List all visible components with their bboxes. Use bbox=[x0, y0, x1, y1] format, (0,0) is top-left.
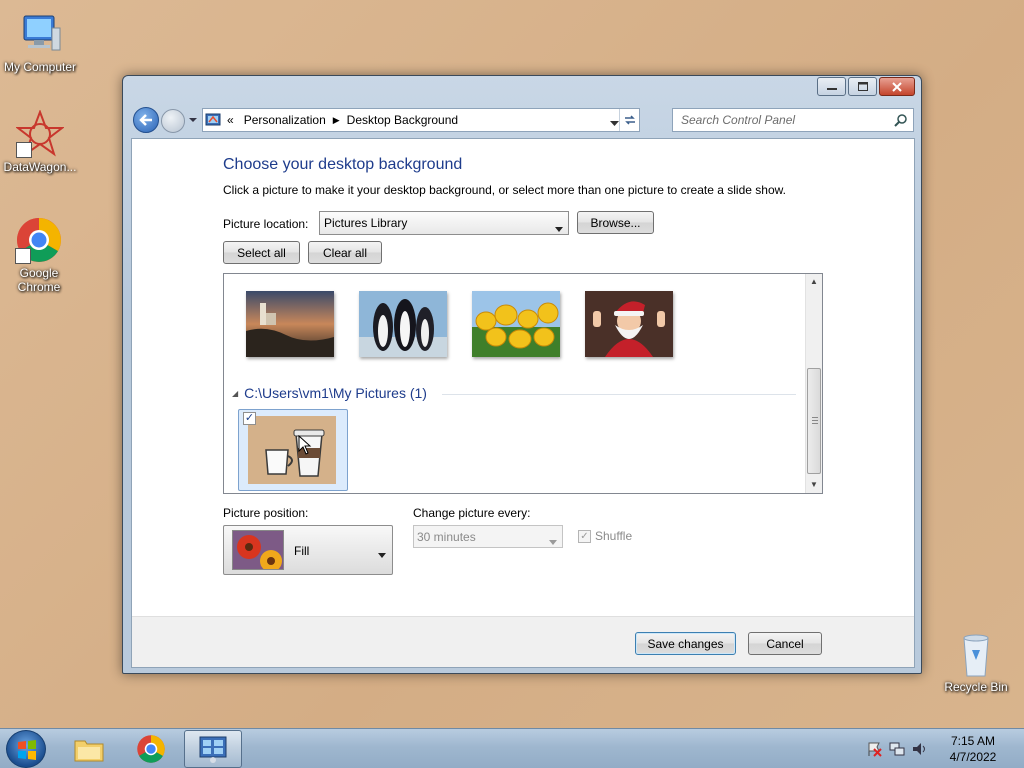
control-panel-icon bbox=[205, 112, 221, 128]
maximize-button[interactable] bbox=[848, 77, 877, 96]
dialog-footer: Save changes Cancel bbox=[132, 616, 914, 667]
picture-position-label: Picture position: bbox=[223, 506, 309, 520]
gallery-scrollbar[interactable]: ▲ ▼ bbox=[805, 274, 822, 493]
back-button[interactable] bbox=[133, 107, 159, 133]
browse-button[interactable]: Browse... bbox=[577, 211, 654, 234]
address-overflow-chevrons[interactable]: « bbox=[227, 113, 234, 127]
desktop-icon-my-computer[interactable]: My Computer bbox=[0, 10, 80, 74]
computer-icon bbox=[16, 10, 64, 58]
select-all-button[interactable]: Select all bbox=[223, 241, 300, 264]
page-subtitle: Click a picture to make it your desktop … bbox=[223, 183, 786, 197]
chevron-down-icon bbox=[549, 534, 557, 548]
arrow-left-icon bbox=[139, 114, 152, 126]
recycle-bin-icon bbox=[952, 630, 1000, 678]
search-input[interactable]: Search Control Panel bbox=[672, 108, 914, 132]
desktop-icon-label: My Computer bbox=[3, 60, 77, 74]
picture-location-label: Picture location: bbox=[223, 217, 309, 231]
refresh-button[interactable] bbox=[619, 109, 639, 131]
thumbnail-santa[interactable] bbox=[585, 291, 673, 357]
desktop-icon-label: Google Chrome bbox=[17, 266, 61, 294]
scrollbar-thumb[interactable] bbox=[807, 368, 821, 474]
forward-button[interactable] bbox=[161, 109, 185, 133]
system-clock[interactable]: 7:15 AM 4/7/2022 bbox=[940, 733, 1006, 765]
breadcrumb-personalization[interactable]: Personalization bbox=[244, 113, 326, 127]
taskbar-explorer[interactable] bbox=[60, 730, 118, 768]
chevron-down-icon bbox=[189, 118, 197, 122]
collapse-triangle-icon[interactable]: ◢ bbox=[232, 389, 238, 398]
picture-location-select[interactable]: Pictures Library bbox=[319, 211, 569, 235]
group-divider bbox=[442, 394, 796, 395]
desktop-icon-google-chrome[interactable]: Google Chrome bbox=[0, 216, 78, 294]
chrome-icon bbox=[15, 216, 63, 264]
thumbnail-penguins[interactable] bbox=[359, 291, 447, 357]
taskbar: 7:15 AM 4/7/2022 bbox=[0, 728, 1024, 768]
mouse-cursor-icon bbox=[298, 435, 312, 455]
chevron-down-icon bbox=[555, 221, 563, 235]
cancel-button[interactable]: Cancel bbox=[748, 632, 822, 655]
control-panel-icon bbox=[199, 736, 227, 763]
shuffle-checkbox[interactable]: ✓ Shuffle bbox=[578, 529, 632, 543]
checkmark-icon: ✓ bbox=[578, 529, 591, 543]
content-area: Choose your desktop background Click a p… bbox=[131, 138, 915, 668]
maximize-icon bbox=[857, 82, 868, 91]
desktop-background-window: « Personalization ▶ Desktop Background S… bbox=[122, 75, 922, 674]
chevron-down-icon bbox=[378, 547, 386, 561]
shortcut-arrow-icon bbox=[16, 142, 32, 158]
desktop-icon-label: Recycle Bin bbox=[944, 680, 1008, 694]
shuffle-label: Shuffle bbox=[595, 529, 633, 543]
thumbnail-lighthouse[interactable] bbox=[246, 291, 334, 357]
clock-date: 4/7/2022 bbox=[949, 750, 997, 764]
start-button[interactable] bbox=[6, 730, 46, 768]
network-icon[interactable] bbox=[889, 741, 905, 760]
recent-pages-dropdown[interactable] bbox=[188, 114, 198, 124]
shortcut-arrow-icon bbox=[15, 248, 31, 264]
navigation-bar: « Personalization ▶ Desktop Background S… bbox=[131, 106, 915, 134]
minimize-button[interactable] bbox=[817, 77, 846, 96]
desktop-icon-recycle-bin[interactable]: Recycle Bin bbox=[936, 630, 1016, 694]
windows-logo-icon bbox=[18, 740, 36, 760]
clear-all-button[interactable]: Clear all bbox=[308, 241, 382, 264]
position-preview-image bbox=[232, 530, 284, 570]
clock-time: 7:15 AM bbox=[950, 734, 996, 748]
save-changes-button[interactable]: Save changes bbox=[635, 632, 736, 655]
search-placeholder: Search Control Panel bbox=[681, 113, 796, 127]
group-header[interactable]: ◢ C:\Users\vm1\My Pictures (1) bbox=[232, 385, 427, 401]
chrome-icon bbox=[137, 735, 165, 763]
breadcrumb-separator-icon[interactable]: ▶ bbox=[333, 115, 340, 126]
address-dropdown-button[interactable] bbox=[610, 116, 619, 130]
change-picture-interval-select[interactable]: 30 minutes bbox=[413, 525, 563, 548]
search-icon[interactable] bbox=[894, 113, 908, 130]
scroll-up-arrow-icon[interactable]: ▲ bbox=[810, 277, 818, 286]
refresh-icon bbox=[624, 115, 635, 125]
breadcrumb-desktop-background[interactable]: Desktop Background bbox=[347, 113, 458, 127]
close-button[interactable] bbox=[879, 77, 915, 96]
minimize-icon bbox=[826, 87, 837, 90]
caption-buttons bbox=[817, 77, 915, 96]
datawagon-icon bbox=[15, 109, 65, 158]
desktop-icon-label: DataWagon... bbox=[3, 160, 77, 174]
page-title: Choose your desktop background bbox=[223, 156, 463, 173]
scroll-down-arrow-icon[interactable]: ▼ bbox=[810, 480, 818, 489]
close-icon bbox=[892, 81, 902, 92]
thumbnail-checkbox[interactable]: ✓ bbox=[243, 412, 256, 425]
desktop-icon-datawagon[interactable]: DataWagon... bbox=[0, 109, 80, 174]
taskbar-control-panel[interactable] bbox=[184, 730, 242, 768]
action-center-flag-icon[interactable] bbox=[866, 741, 882, 760]
thumbnail-coffee-selected[interactable]: ✓ bbox=[238, 409, 348, 491]
coffee-image bbox=[248, 416, 336, 484]
picture-position-select[interactable]: Fill bbox=[223, 525, 393, 575]
change-picture-label: Change picture every: bbox=[413, 506, 531, 520]
picture-location-value: Pictures Library bbox=[324, 216, 408, 230]
thumbnail-tulips[interactable] bbox=[472, 291, 560, 357]
folder-icon bbox=[74, 740, 104, 762]
taskbar-chrome[interactable] bbox=[122, 730, 180, 768]
picture-gallery: ◢ C:\Users\vm1\My Pictures (1) ✓ ▲ ▼ bbox=[223, 273, 823, 494]
interval-value: 30 minutes bbox=[417, 529, 476, 544]
chevron-down-icon bbox=[610, 121, 619, 126]
volume-icon[interactable] bbox=[912, 741, 928, 760]
picture-position-value: Fill bbox=[294, 544, 310, 558]
notification-area bbox=[866, 741, 928, 760]
group-header-label: C:\Users\vm1\My Pictures (1) bbox=[244, 385, 427, 401]
address-bar[interactable]: « Personalization ▶ Desktop Background bbox=[202, 108, 640, 132]
